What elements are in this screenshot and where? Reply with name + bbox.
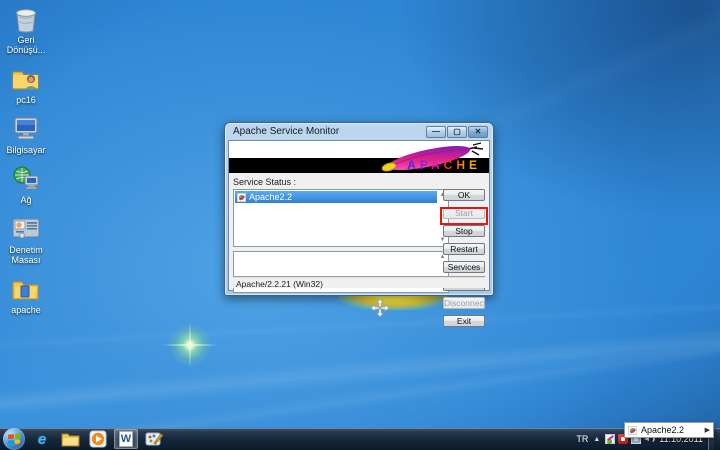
apache-feather-running-icon <box>628 426 637 435</box>
folder-icon <box>61 431 80 447</box>
caption-buttons: — ▢ ✕ <box>426 126 488 138</box>
media-player-icon <box>89 430 107 448</box>
taskbar-pinned-icons: e W <box>30 429 166 449</box>
service-running-icon <box>237 193 246 202</box>
desktop-icon-control-panel[interactable]: Denetim Masası <box>0 214 52 265</box>
apache-wordmark: APACHE <box>407 158 481 172</box>
disconnect-button: Disconnect <box>443 297 485 309</box>
desktop-icon-apache-folder[interactable]: apache <box>0 274 52 315</box>
wallpaper-streak <box>0 294 720 353</box>
desktop-icon-label: Ağ <box>0 195 52 205</box>
taskbar-windows-explorer[interactable] <box>58 429 82 449</box>
exit-button[interactable]: Exit <box>443 315 485 327</box>
desktop-icon-computer[interactable]: Bilgisayar <box>0 114 52 155</box>
window-title: Apache Service Monitor <box>233 126 426 137</box>
taskbar-internet-explorer[interactable]: e <box>30 429 54 449</box>
paint-icon <box>145 431 163 447</box>
desktop-icon-user-folder[interactable]: pc16 <box>0 64 52 105</box>
services-button[interactable]: Services <box>443 261 485 273</box>
recycle-bin-icon <box>11 4 41 34</box>
apache-service-monitor-window: Apache Service Monitor — ▢ ✕ <box>224 122 494 296</box>
wallpaper-sparkle <box>162 322 218 368</box>
desktop-icon-label: apache <box>0 305 52 315</box>
computer-icon <box>11 114 41 144</box>
apache-banner: APACHE <box>229 141 489 173</box>
apache-monitor-tray-icon[interactable] <box>605 434 615 444</box>
service-list-item-apache22[interactable]: Apache2.2 <box>235 191 437 203</box>
submenu-arrow-icon: ▶ <box>705 426 710 434</box>
desktop-icon-recycle-bin[interactable]: Geri Dönüşü... <box>0 4 52 55</box>
desktop-icon-label: pc16 <box>0 95 52 105</box>
user-folder-icon <box>11 64 41 94</box>
desktop-icon-label: Bilgisayar <box>0 145 52 155</box>
word-icon: W <box>119 431 133 447</box>
dialog-button-column: OK Start Stop Restart Services Connect D… <box>443 185 485 329</box>
folder-icon <box>11 274 41 304</box>
desktop-icon-label: Denetim Masası <box>0 245 52 265</box>
start-button: Start <box>443 207 485 219</box>
service-status-list[interactable]: Apache2.2 ▲ ▼ <box>233 189 449 247</box>
start-button[interactable] <box>3 428 25 450</box>
ok-button[interactable]: OK <box>443 189 485 201</box>
service-name: Apache2.2 <box>249 192 292 202</box>
close-button[interactable]: ✕ <box>468 126 488 138</box>
window-client-area: APACHE Service Status : Apache2.2 ▲ ▼ ▲ … <box>228 140 490 291</box>
wallpaper-streak <box>0 317 720 421</box>
network-icon <box>11 164 41 194</box>
taskbar-paint[interactable] <box>142 429 166 449</box>
show-hidden-icons-icon[interactable]: ▲ <box>593 436 600 443</box>
taskbar: e W TR <box>0 428 720 450</box>
restart-button[interactable]: Restart <box>443 243 485 255</box>
maximize-button[interactable]: ▢ <box>447 126 467 138</box>
tray-popup-service-label: Apache2.2 <box>641 425 701 435</box>
internet-explorer-icon: e <box>38 431 46 448</box>
desktop-icon-column: Geri Dönüşü... pc16 Bilgisayar <box>0 4 52 324</box>
taskbar-word[interactable]: W <box>114 429 138 449</box>
desktop-icon-network[interactable]: Ağ <box>0 164 52 205</box>
stop-button[interactable]: Stop <box>443 225 485 237</box>
desktop-icon-label: Geri Dönüşü... <box>0 35 52 55</box>
control-panel-icon <box>11 214 41 244</box>
windows-logo-icon <box>8 434 20 445</box>
apache-tray-popup-menu[interactable]: Apache2.2 ▶ <box>624 422 714 438</box>
window-titlebar[interactable]: Apache Service Monitor — ▢ ✕ <box>228 123 490 140</box>
dialog-body: Service Status : Apache2.2 ▲ ▼ ▲ ▼ OK St… <box>233 177 485 288</box>
taskbar-media-player[interactable] <box>86 429 110 449</box>
window-statusbar: Apache/2.2.21 (Win32) <box>233 277 485 288</box>
minimize-button[interactable]: — <box>426 126 446 138</box>
language-indicator[interactable]: TR <box>576 434 588 444</box>
